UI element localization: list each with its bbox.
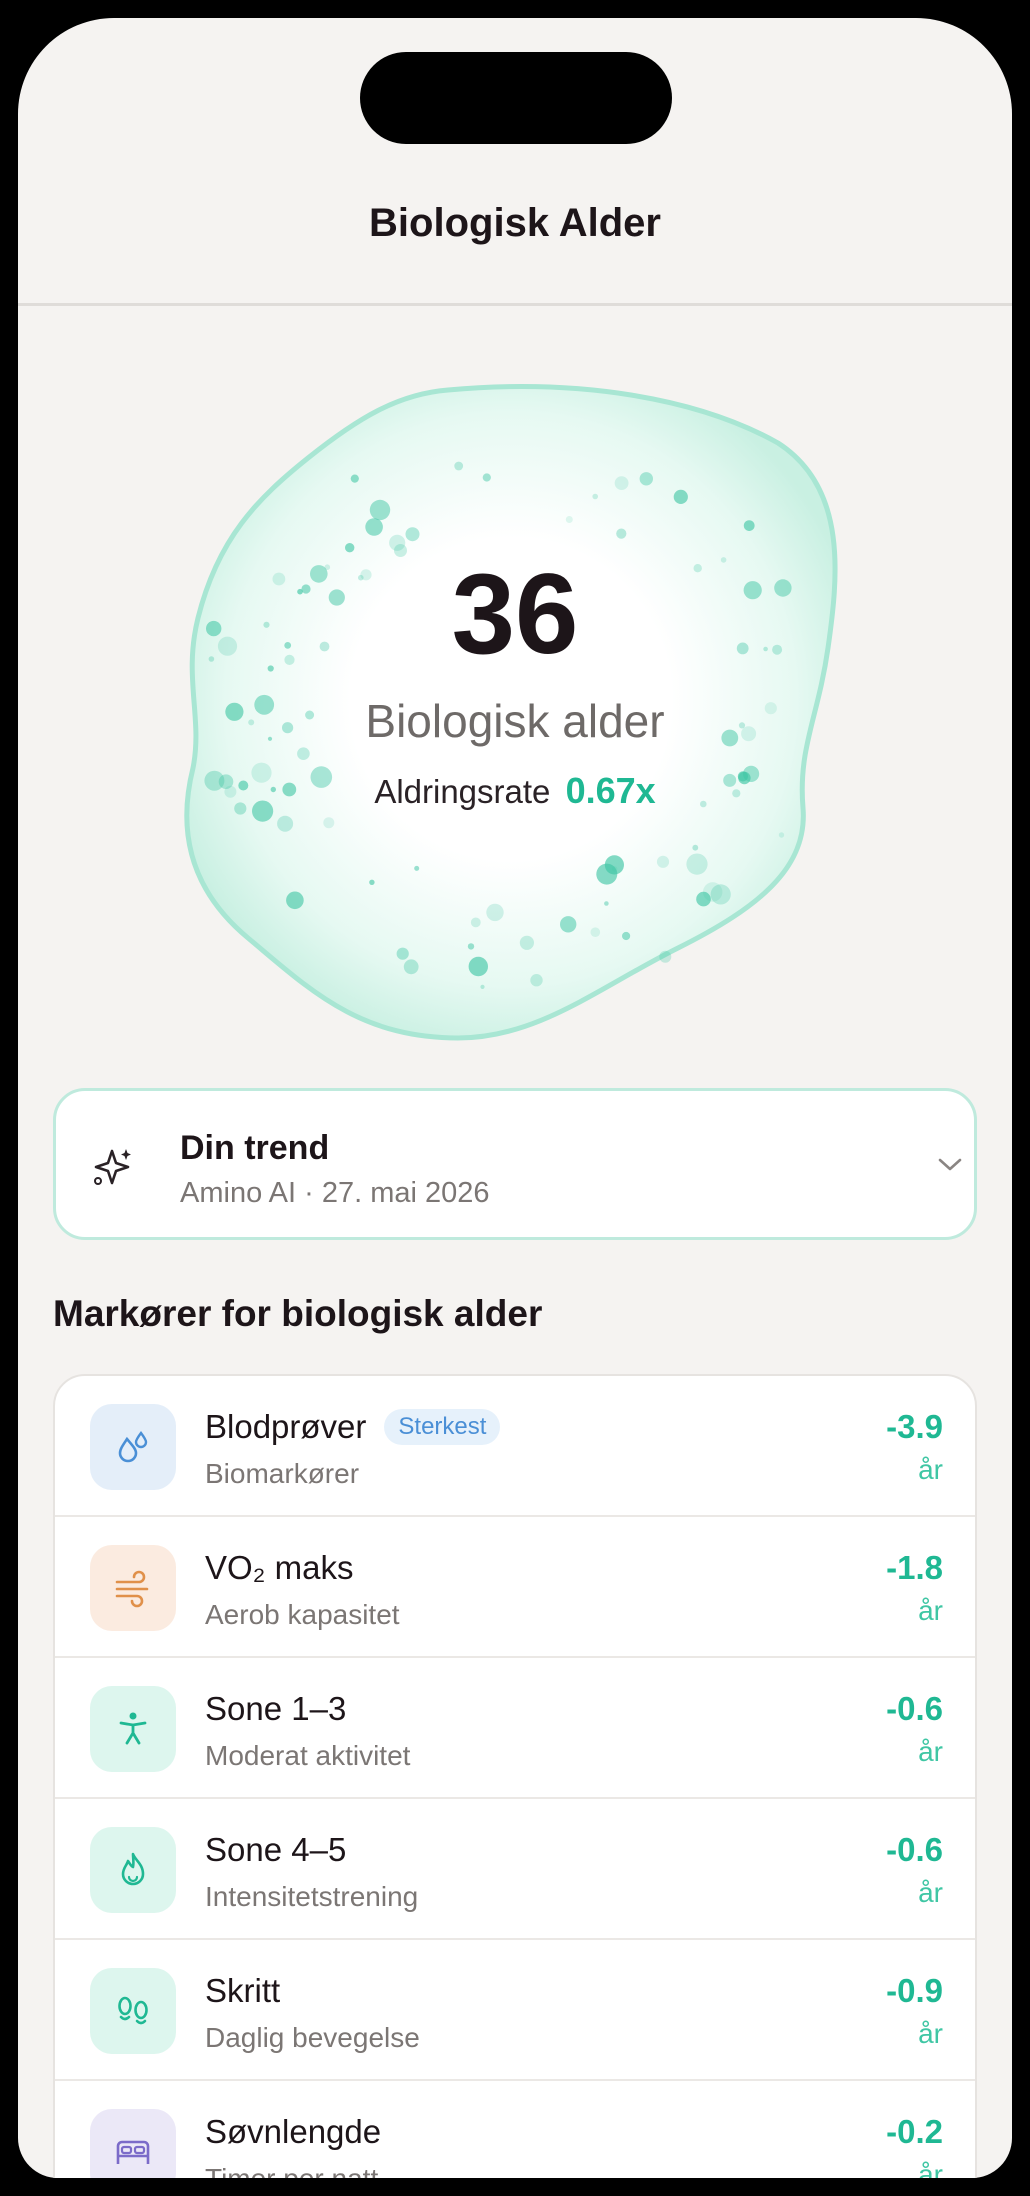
marker-subtitle: Intensitetstrening bbox=[205, 1881, 419, 1912]
marker-title: Sone 1–3 bbox=[205, 1690, 347, 1727]
flame-icon bbox=[90, 1827, 176, 1913]
marker-unit: år bbox=[918, 1877, 943, 1908]
marker-unit: år bbox=[918, 1454, 943, 1485]
bubble bbox=[277, 815, 294, 832]
bubble bbox=[345, 543, 355, 553]
marker-subtitle: Biomarkører bbox=[205, 1458, 360, 1489]
marker-row-sovnlengde[interactable]: Søvnlengde Timer per natt -0.2 år bbox=[55, 2081, 975, 2178]
blood-drop-icon bbox=[90, 1404, 176, 1490]
bubble bbox=[686, 853, 708, 875]
marker-value: -3.9 bbox=[886, 1408, 943, 1445]
markers-section-title: Markører for biologisk alder bbox=[53, 1293, 543, 1334]
bubble bbox=[560, 916, 577, 933]
marker-subtitle: Aerob kapasitet bbox=[205, 1599, 400, 1630]
bubble bbox=[622, 931, 631, 941]
marker-title-text: Blodprøver bbox=[205, 1408, 367, 1445]
sparkles-icon bbox=[94, 1149, 131, 1185]
aging-rate-label: Aldringsrate bbox=[374, 773, 551, 810]
bubble bbox=[480, 984, 485, 990]
footsteps-icon bbox=[90, 1968, 176, 2054]
marker-subtitle: Daglig bevegelse bbox=[205, 2022, 420, 2053]
trend-card[interactable]: Din trend Amino AI · 27. mai 2026 bbox=[53, 1088, 977, 1240]
marker-unit: år bbox=[918, 2159, 943, 2178]
marker-row-sone-1-3[interactable]: Sone 1–3 Moderat aktivitet -0.6 år bbox=[55, 1658, 975, 1799]
biological-age-value: 36 bbox=[451, 551, 579, 678]
bubble bbox=[692, 844, 699, 851]
marker-title: Søvnlengde bbox=[205, 2113, 382, 2150]
bubble bbox=[482, 473, 491, 482]
markers-list: Blodprøver Sterkest Biomarkører -3.9 år V… bbox=[53, 1374, 977, 2178]
marker-value: -0.6 bbox=[886, 1690, 943, 1727]
trend-subtitle: Amino AI · 27. mai 2026 bbox=[180, 1177, 490, 1209]
bubble bbox=[414, 865, 420, 871]
bubble bbox=[297, 747, 310, 760]
biological-age-label: Biologisk alder bbox=[365, 695, 665, 747]
bubble bbox=[286, 891, 304, 910]
marker-title: VO₂ maks bbox=[205, 1549, 354, 1586]
bubble bbox=[530, 974, 543, 987]
bubble bbox=[369, 879, 375, 885]
person-icon bbox=[90, 1686, 176, 1772]
bubble bbox=[590, 927, 601, 937]
bubble bbox=[470, 917, 481, 928]
bubble bbox=[604, 901, 609, 906]
marker-unit: år bbox=[918, 2018, 943, 2049]
bubble bbox=[454, 461, 464, 471]
bubble bbox=[396, 947, 409, 960]
aging-rate: Aldringsrate 0.67x bbox=[18, 770, 1012, 812]
bubble bbox=[659, 950, 672, 963]
bubble bbox=[656, 855, 670, 868]
marker-value: -0.2 bbox=[886, 2113, 943, 2150]
marker-row-skritt[interactable]: Skritt Daglig bevegelse -0.9 år bbox=[55, 1940, 975, 2081]
bubble bbox=[468, 956, 488, 977]
strongest-badge: Sterkest bbox=[384, 1409, 501, 1445]
bubble bbox=[403, 959, 419, 975]
nav-divider bbox=[18, 303, 1012, 306]
marker-value: -1.8 bbox=[886, 1549, 943, 1586]
wind-icon bbox=[90, 1545, 176, 1631]
bubble bbox=[696, 891, 711, 907]
bubble bbox=[616, 528, 627, 539]
marker-title: Blodprøver Sterkest bbox=[205, 1408, 501, 1446]
marker-title: Skritt bbox=[205, 1972, 281, 2009]
bubble bbox=[639, 472, 653, 486]
bubble bbox=[743, 520, 755, 531]
phone-screen: Biologisk Alder 36 Biologisk alder Aldri… bbox=[18, 18, 1012, 2178]
marker-value: -0.6 bbox=[886, 1831, 943, 1868]
marker-row-blodprover[interactable]: Blodprøver Sterkest Biomarkører -3.9 år bbox=[55, 1376, 975, 1517]
bubble bbox=[565, 516, 573, 523]
marker-row-vo2-maks[interactable]: VO₂ maks Aerob kapasitet -1.8 år bbox=[55, 1517, 975, 1658]
aging-rate-value: 0.67x bbox=[565, 770, 656, 811]
trend-title: Din trend bbox=[180, 1129, 330, 1167]
bubble bbox=[389, 534, 406, 551]
bubble bbox=[673, 489, 688, 504]
chevron-down-icon[interactable] bbox=[936, 1155, 964, 1175]
bubble bbox=[323, 817, 335, 829]
marker-value: -0.9 bbox=[886, 1972, 943, 2009]
bubble bbox=[486, 903, 504, 922]
bubble bbox=[467, 943, 475, 950]
marker-unit: år bbox=[918, 1595, 943, 1626]
bubble bbox=[614, 476, 629, 490]
dynamic-island bbox=[360, 52, 672, 144]
marker-subtitle: Moderat aktivitet bbox=[205, 1740, 411, 1771]
marker-title: Sone 4–5 bbox=[205, 1831, 347, 1868]
bubble bbox=[604, 855, 625, 875]
marker-unit: år bbox=[918, 1736, 943, 1767]
bubble bbox=[365, 518, 383, 536]
bed-icon bbox=[90, 2109, 176, 2178]
page-title: Biologisk Alder bbox=[369, 201, 661, 245]
marker-row-sone-4-5[interactable]: Sone 4–5 Intensitetstrening -0.6 år bbox=[55, 1799, 975, 1940]
bubble bbox=[369, 499, 391, 521]
bubble bbox=[519, 935, 534, 950]
bubble bbox=[350, 474, 359, 483]
bubble bbox=[778, 832, 785, 838]
marker-subtitle: Timer per natt bbox=[205, 2163, 378, 2178]
bubble bbox=[592, 493, 598, 500]
bubble bbox=[405, 527, 420, 542]
